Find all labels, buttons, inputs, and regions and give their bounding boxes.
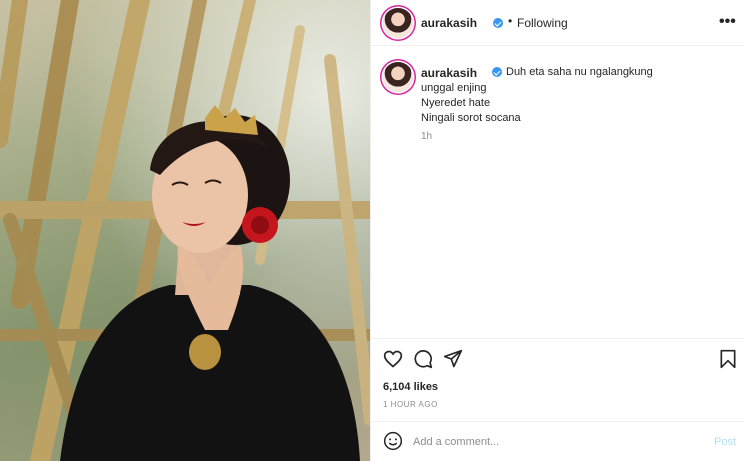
post-header: aurakasih • Following ••• [371, 0, 745, 46]
more-options-icon[interactable]: ••• [719, 13, 736, 31]
share-icon[interactable] [443, 349, 463, 369]
bookmark-icon[interactable] [719, 349, 737, 369]
comment-input[interactable] [413, 432, 693, 452]
header-username[interactable]: aurakasih [421, 16, 477, 30]
instagram-post: aurakasih • Following ••• aurakasih Duh … [0, 0, 745, 461]
header-separator: • [508, 14, 513, 28]
verified-icon [492, 67, 502, 77]
caption-avatar[interactable] [383, 62, 413, 92]
verified-icon [493, 18, 503, 28]
following-button[interactable]: Following [517, 16, 568, 30]
action-bar [371, 338, 745, 378]
caption-line-2: unggal enjing [421, 82, 487, 94]
caption-line-4: Ningali sorot socana [421, 112, 521, 124]
post-comment-button[interactable]: Post [714, 436, 736, 448]
caption-username[interactable]: aurakasih [421, 66, 477, 80]
heart-icon[interactable] [383, 349, 403, 369]
avatar[interactable] [383, 8, 413, 38]
emoji-icon[interactable] [383, 431, 403, 451]
photo-illustration [0, 0, 370, 461]
likes-count[interactable]: 6,104 likes [383, 381, 438, 393]
comment-icon[interactable] [413, 349, 433, 369]
post-side-panel: aurakasih • Following ••• aurakasih Duh … [370, 0, 745, 461]
caption-line-3: Nyeredet hate [421, 97, 491, 109]
post-time[interactable]: 1 HOUR AGO [383, 400, 438, 409]
post-photo[interactable] [0, 0, 370, 461]
caption-timestamp[interactable]: 1h [421, 131, 432, 142]
comment-bar: Post [371, 421, 745, 461]
caption-line-1: Duh eta saha nu ngalangkung [506, 66, 653, 78]
